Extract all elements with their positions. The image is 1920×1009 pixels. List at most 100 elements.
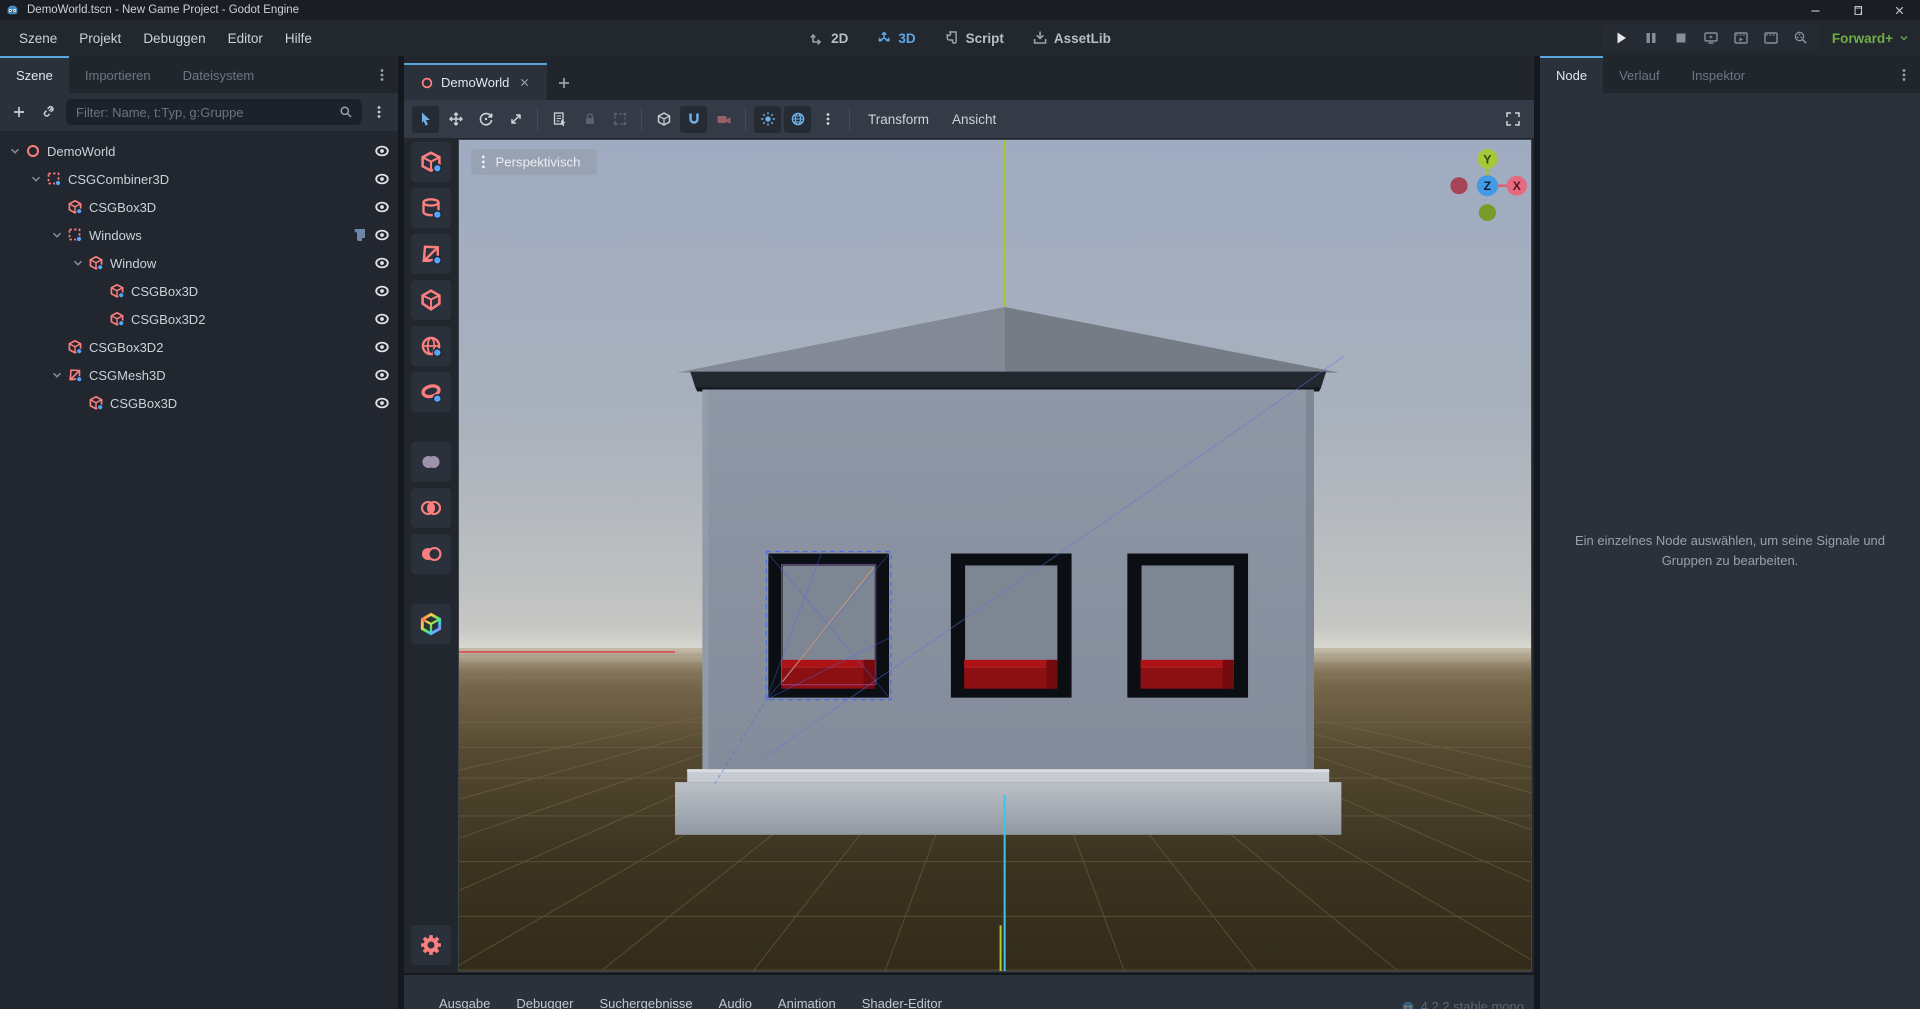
bottom-tab-audio[interactable]: Audio bbox=[706, 990, 765, 1009]
menu-debuggen[interactable]: Debuggen bbox=[132, 20, 216, 56]
visibility-eye-icon[interactable] bbox=[374, 255, 390, 271]
movie-maker-button[interactable] bbox=[1788, 27, 1814, 49]
tree-row-csgbox3d2[interactable]: CSGBox3D2 bbox=[0, 305, 398, 333]
chevron-down-icon[interactable] bbox=[50, 368, 64, 382]
tree-row-csgbox3d[interactable]: CSGBox3D bbox=[0, 193, 398, 221]
preview-options-button[interactable] bbox=[814, 106, 841, 133]
list-select-button[interactable] bbox=[546, 106, 573, 133]
scene-tab-demoworld[interactable]: DemoWorld bbox=[404, 63, 547, 100]
instance-scene-button[interactable] bbox=[36, 99, 62, 125]
snap-toggle-button[interactable] bbox=[680, 106, 707, 133]
3d-viewport[interactable]: Y X Z Perspektivisch bbox=[458, 139, 1532, 972]
csg-polygon-button[interactable] bbox=[411, 280, 451, 320]
close-scene-icon[interactable] bbox=[518, 76, 531, 89]
visibility-eye-icon[interactable] bbox=[374, 395, 390, 411]
visibility-eye-icon[interactable] bbox=[374, 171, 390, 187]
pause-button[interactable] bbox=[1638, 27, 1664, 49]
tree-row-demoworld[interactable]: DemoWorld bbox=[0, 137, 398, 165]
tree-row-csgmesh3d[interactable]: CSGMesh3D bbox=[0, 361, 398, 389]
menu-szene[interactable]: Szene bbox=[8, 20, 68, 56]
scene-filter-input[interactable] bbox=[74, 104, 332, 121]
csg-sphere-button[interactable] bbox=[411, 326, 451, 366]
preview-environment-button[interactable] bbox=[784, 106, 811, 133]
visibility-eye-icon[interactable] bbox=[374, 311, 390, 327]
script-badge-icon[interactable] bbox=[352, 227, 368, 243]
renderer-selector[interactable]: Forward+ bbox=[1832, 31, 1910, 46]
csg-mesh-button[interactable] bbox=[411, 234, 451, 274]
dock-options-button[interactable] bbox=[366, 56, 398, 93]
workspace-tab-script[interactable]: Script bbox=[934, 30, 1014, 46]
menu-hilfe[interactable]: Hilfe bbox=[274, 20, 323, 56]
tab-verlauf[interactable]: Verlauf bbox=[1603, 56, 1675, 93]
stop-button[interactable] bbox=[1668, 27, 1694, 49]
play-custom-scene-button[interactable] bbox=[1758, 27, 1784, 49]
csg-cylinder-button[interactable] bbox=[411, 188, 451, 228]
tab-dateisystem[interactable]: Dateisystem bbox=[167, 56, 271, 93]
tree-row-csgbox3d[interactable]: CSGBox3D bbox=[0, 277, 398, 305]
tree-row-csgcombiner3d[interactable]: CSGCombiner3D bbox=[0, 165, 398, 193]
csg-union-button[interactable] bbox=[411, 442, 451, 482]
bottom-tab-suchergebnisse[interactable]: Suchergebnisse bbox=[586, 990, 705, 1009]
tab-importieren[interactable]: Importieren bbox=[69, 56, 167, 93]
group-node-button[interactable] bbox=[606, 106, 633, 133]
close-window-button[interactable] bbox=[1878, 0, 1920, 20]
visibility-eye-icon[interactable] bbox=[374, 227, 390, 243]
transform-menu[interactable]: Transform bbox=[858, 112, 939, 127]
dock-options-button[interactable] bbox=[1888, 56, 1920, 93]
tree-row-csgbox3d[interactable]: CSGBox3D bbox=[0, 389, 398, 417]
tree-row-window[interactable]: Window bbox=[0, 249, 398, 277]
play-scene-button[interactable] bbox=[1728, 27, 1754, 49]
csg-options-gear-button[interactable] bbox=[411, 925, 451, 965]
add-node-button[interactable] bbox=[6, 99, 32, 125]
local-space-button[interactable] bbox=[650, 106, 677, 133]
scale-tool-button[interactable] bbox=[502, 106, 529, 133]
bottom-tab-shader-editor[interactable]: Shader-Editor bbox=[849, 990, 955, 1009]
tab-node[interactable]: Node bbox=[1540, 56, 1603, 93]
gizmo-neg-y-ball[interactable] bbox=[1479, 204, 1496, 221]
tab-szene[interactable]: Szene bbox=[0, 56, 69, 93]
csg-intersection-button[interactable] bbox=[411, 488, 451, 528]
camera-override-button[interactable] bbox=[710, 106, 737, 133]
visibility-eye-icon[interactable] bbox=[374, 367, 390, 383]
gizmo-neg-x-ball[interactable] bbox=[1450, 177, 1467, 194]
remote-debug-button[interactable] bbox=[1698, 27, 1724, 49]
ansicht-menu[interactable]: Ansicht bbox=[942, 112, 1006, 127]
tree-row-csgbox3d2[interactable]: CSGBox3D2 bbox=[0, 333, 398, 361]
rotate-tool-button[interactable] bbox=[472, 106, 499, 133]
move-tool-button[interactable] bbox=[442, 106, 469, 133]
select-tool-button[interactable] bbox=[412, 106, 439, 133]
chevron-down-icon[interactable] bbox=[71, 256, 85, 270]
expand-viewport-button[interactable] bbox=[1499, 106, 1526, 133]
tree-row-windows[interactable]: Windows bbox=[0, 221, 398, 249]
scene-tree-options-button[interactable] bbox=[366, 99, 392, 125]
workspace-tab-assetlib[interactable]: AssetLib bbox=[1022, 30, 1121, 46]
csg-torus-button[interactable] bbox=[411, 372, 451, 412]
minimize-button[interactable] bbox=[1794, 0, 1836, 20]
bottom-tab-ausgabe[interactable]: Ausgabe bbox=[426, 990, 503, 1009]
projection-button[interactable]: Perspektivisch bbox=[471, 149, 597, 175]
workspace-tab-3d[interactable]: 3D bbox=[866, 30, 925, 46]
gridmap-button[interactable] bbox=[411, 604, 451, 644]
bottom-tab-animation[interactable]: Animation bbox=[765, 990, 849, 1009]
tab-inspektor[interactable]: Inspektor bbox=[1676, 56, 1761, 93]
csg-box-button[interactable] bbox=[411, 142, 451, 182]
visibility-eye-icon[interactable] bbox=[374, 283, 390, 299]
visibility-eye-icon[interactable] bbox=[374, 143, 390, 159]
intersection-operation-icon bbox=[419, 496, 443, 520]
new-scene-tab-button[interactable] bbox=[547, 65, 581, 100]
chevron-down-icon[interactable] bbox=[50, 228, 64, 242]
workspace-tab-2d[interactable]: 2D bbox=[799, 30, 858, 46]
play-button[interactable] bbox=[1608, 27, 1634, 49]
csg-subtraction-button[interactable] bbox=[411, 534, 451, 574]
bottom-tab-debugger[interactable]: Debugger bbox=[503, 990, 586, 1009]
visibility-eye-icon[interactable] bbox=[374, 339, 390, 355]
menu-projekt[interactable]: Projekt bbox=[68, 20, 132, 56]
chevron-down-icon[interactable] bbox=[8, 144, 22, 158]
visibility-eye-icon[interactable] bbox=[374, 199, 390, 215]
sun-icon bbox=[760, 111, 776, 127]
preview-sunlight-button[interactable] bbox=[754, 106, 781, 133]
lock-node-button[interactable] bbox=[576, 106, 603, 133]
chevron-down-icon[interactable] bbox=[29, 172, 43, 186]
menu-editor[interactable]: Editor bbox=[217, 20, 274, 56]
maximize-button[interactable] bbox=[1836, 0, 1878, 20]
